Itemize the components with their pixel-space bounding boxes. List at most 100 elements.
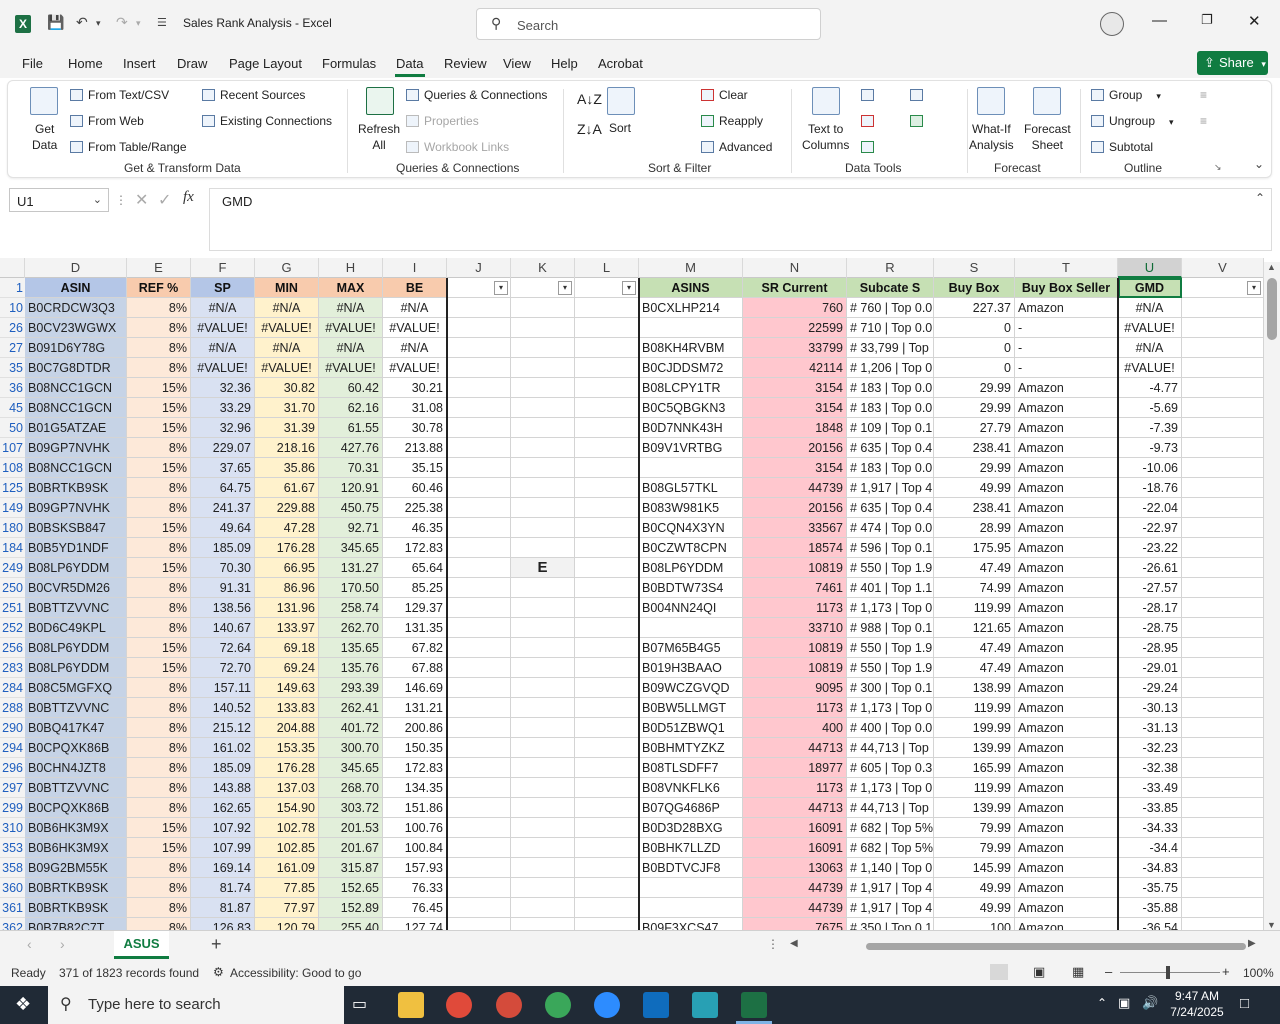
- cell-i[interactable]: 157.93: [383, 858, 447, 878]
- cell-s[interactable]: 29.99: [934, 398, 1015, 418]
- cell-l[interactable]: [575, 798, 639, 818]
- cell-j[interactable]: [447, 758, 511, 778]
- cell-h[interactable]: 152.89: [319, 898, 383, 918]
- cell-f[interactable]: 32.96: [191, 418, 255, 438]
- cell-l[interactable]: [575, 858, 639, 878]
- cell-j[interactable]: [447, 898, 511, 918]
- column-header-v[interactable]: V: [1182, 258, 1264, 278]
- cell-j[interactable]: [447, 478, 511, 498]
- cell-n[interactable]: 16091: [743, 838, 847, 858]
- row-header[interactable]: 35: [0, 358, 25, 378]
- cell-s[interactable]: 138.99: [934, 678, 1015, 698]
- header-cell-k[interactable]: ▾: [511, 278, 575, 298]
- cell-l[interactable]: [575, 678, 639, 698]
- header-cell-v[interactable]: ▾: [1182, 278, 1264, 298]
- cell-v[interactable]: [1182, 398, 1264, 418]
- cell-s[interactable]: 227.37: [934, 298, 1015, 318]
- cell-h[interactable]: 427.76: [319, 438, 383, 458]
- cell-g[interactable]: 154.90: [255, 798, 319, 818]
- cell-t[interactable]: Amazon: [1015, 378, 1118, 398]
- cell-k[interactable]: [511, 598, 575, 618]
- restore-icon[interactable]: ❐: [1201, 12, 1213, 28]
- vertical-scroll-thumb[interactable]: [1267, 278, 1277, 340]
- cell-e[interactable]: 15%: [127, 378, 191, 398]
- cell-k[interactable]: [511, 398, 575, 418]
- row-header[interactable]: 361: [0, 898, 25, 918]
- row-header[interactable]: 310: [0, 818, 25, 838]
- row-header[interactable]: 50: [0, 418, 25, 438]
- row-header[interactable]: 294: [0, 738, 25, 758]
- column-header-s[interactable]: S: [934, 258, 1015, 278]
- cell-i[interactable]: 67.82: [383, 638, 447, 658]
- header-cell-j[interactable]: ▾: [447, 278, 511, 298]
- status-accessibility[interactable]: Accessibility: Good to go: [230, 966, 361, 980]
- cell-m[interactable]: B0D7NNK43H: [639, 418, 743, 438]
- cell-u[interactable]: #N/A: [1118, 338, 1182, 358]
- cell-i[interactable]: 35.15: [383, 458, 447, 478]
- cell-l[interactable]: [575, 778, 639, 798]
- row-header[interactable]: 27: [0, 338, 25, 358]
- cell-s[interactable]: 165.99: [934, 758, 1015, 778]
- cell-n[interactable]: 18574: [743, 538, 847, 558]
- cell-m[interactable]: B019H3BAAO: [639, 658, 743, 678]
- hide-detail-icon[interactable]: ≡: [1200, 114, 1207, 128]
- cell-u[interactable]: -32.23: [1118, 738, 1182, 758]
- page-layout-view-icon[interactable]: ▣: [1033, 964, 1045, 980]
- cell-r[interactable]: # 1,173 | Top 0: [847, 598, 934, 618]
- cell-k[interactable]: [511, 678, 575, 698]
- cell-g[interactable]: 218.16: [255, 438, 319, 458]
- header-cell-e[interactable]: REF %: [127, 278, 191, 298]
- normal-view-icon[interactable]: [990, 964, 1008, 980]
- cell-n[interactable]: 10819: [743, 558, 847, 578]
- cell-n[interactable]: 10819: [743, 658, 847, 678]
- cell-k[interactable]: [511, 378, 575, 398]
- cell-e[interactable]: 8%: [127, 758, 191, 778]
- cell-v[interactable]: [1182, 418, 1264, 438]
- ungroup-button[interactable]: Ungroup ▾: [1091, 114, 1174, 128]
- cell-s[interactable]: 47.49: [934, 638, 1015, 658]
- cell-t[interactable]: Amazon: [1015, 818, 1118, 838]
- cell-l[interactable]: [575, 618, 639, 638]
- task-view-icon[interactable]: ▭: [352, 994, 367, 1014]
- cell-u[interactable]: -29.24: [1118, 678, 1182, 698]
- cell-r[interactable]: # 988 | Top 0.1: [847, 618, 934, 638]
- row-header[interactable]: 125: [0, 478, 25, 498]
- cell-t[interactable]: -: [1015, 358, 1118, 378]
- cell-d[interactable]: B0B6HK3M9X: [25, 818, 127, 838]
- cell-r[interactable]: # 350 | Top 0.1: [847, 918, 934, 930]
- cell-m[interactable]: B0BW5LLMGT: [639, 698, 743, 718]
- cell-g[interactable]: 31.39: [255, 418, 319, 438]
- cell-d[interactable]: B08LP6YDDM: [25, 558, 127, 578]
- cell-f[interactable]: 107.92: [191, 818, 255, 838]
- cell-t[interactable]: Amazon: [1015, 638, 1118, 658]
- cell-r[interactable]: # 682 | Top 5%: [847, 838, 934, 858]
- cell-v[interactable]: [1182, 518, 1264, 538]
- cell-k[interactable]: [511, 778, 575, 798]
- cell-s[interactable]: 49.99: [934, 898, 1015, 918]
- cell-m[interactable]: [639, 878, 743, 898]
- cell-j[interactable]: [447, 298, 511, 318]
- cell-m[interactable]: B0D3D28BXG: [639, 818, 743, 838]
- cell-l[interactable]: [575, 518, 639, 538]
- cell-h[interactable]: 92.71: [319, 518, 383, 538]
- cell-r[interactable]: # 44,713 | Top: [847, 738, 934, 758]
- cell-l[interactable]: [575, 378, 639, 398]
- cell-f[interactable]: 138.56: [191, 598, 255, 618]
- cell-s[interactable]: 139.99: [934, 798, 1015, 818]
- cell-s[interactable]: 74.99: [934, 578, 1015, 598]
- from-web-button[interactable]: From Web: [70, 114, 144, 128]
- row-header[interactable]: 290: [0, 718, 25, 738]
- row-header[interactable]: 362: [0, 918, 25, 930]
- cell-g[interactable]: 102.85: [255, 838, 319, 858]
- cell-f[interactable]: 32.36: [191, 378, 255, 398]
- collapse-ribbon-icon[interactable]: ⌄: [1254, 157, 1264, 171]
- cell-g[interactable]: 102.78: [255, 818, 319, 838]
- app-diamond-icon[interactable]: [692, 992, 718, 1018]
- column-header-t[interactable]: T: [1015, 258, 1118, 278]
- cell-e[interactable]: 15%: [127, 558, 191, 578]
- cell-s[interactable]: 28.99: [934, 518, 1015, 538]
- cell-r[interactable]: # 1,173 | Top 0: [847, 778, 934, 798]
- cell-n[interactable]: 44713: [743, 798, 847, 818]
- cell-u[interactable]: -32.38: [1118, 758, 1182, 778]
- next-sheet-icon[interactable]: ›: [60, 936, 65, 952]
